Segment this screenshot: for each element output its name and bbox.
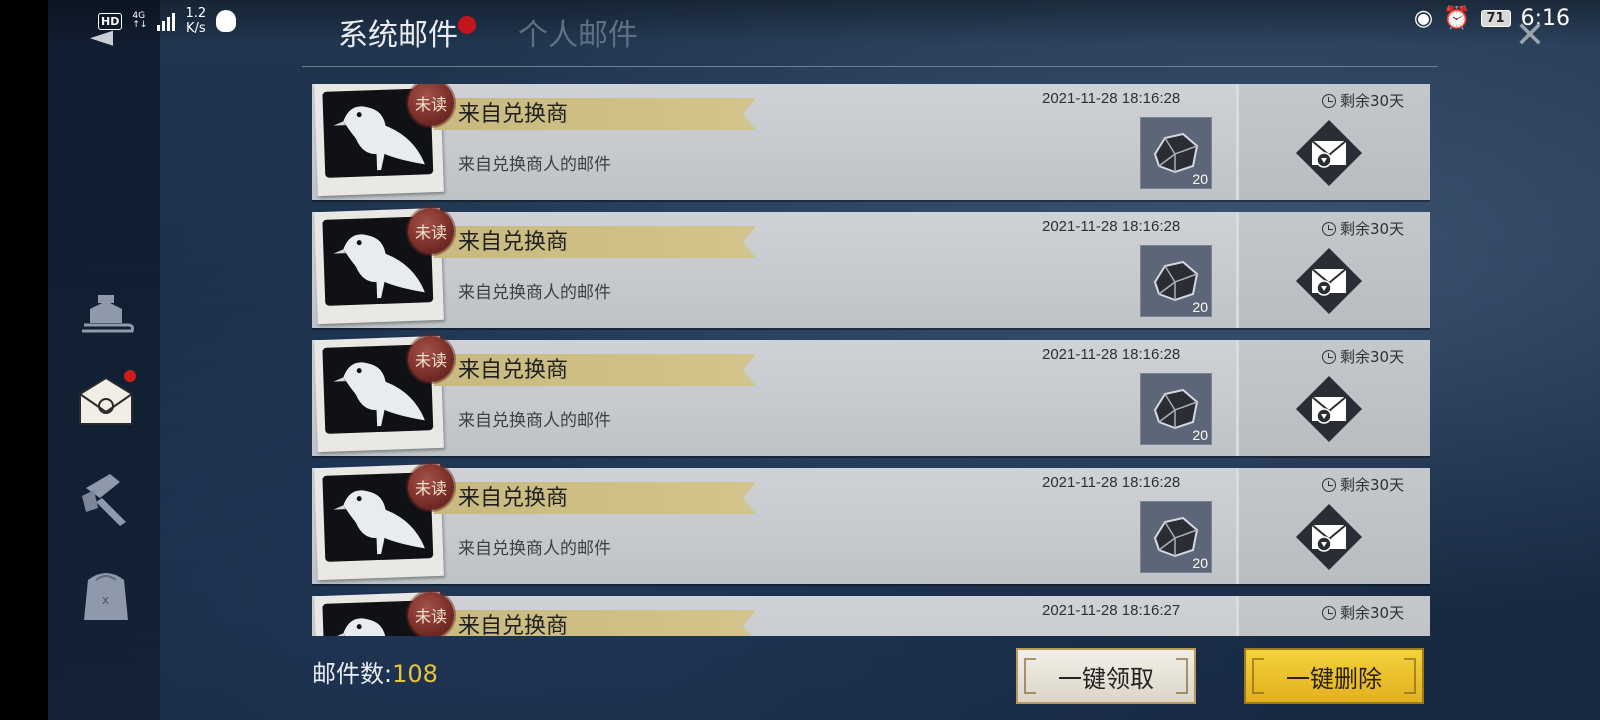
collect-mail-icon — [1296, 248, 1362, 314]
collect-button[interactable] — [1294, 502, 1364, 572]
mail-date: 2021-11-28 18:16:28 — [1042, 474, 1181, 491]
reward-count: 20 — [1192, 427, 1208, 443]
button-ornament — [1176, 658, 1188, 694]
clock-icon — [1322, 221, 1336, 236]
reward-count: 20 — [1192, 555, 1208, 571]
button-ornament — [1024, 658, 1036, 694]
tab-personal-mail-label: 个人邮件 — [518, 18, 638, 53]
mail-title: 来自兑换商 — [458, 230, 569, 255]
reward-item[interactable]: 20 — [1140, 117, 1212, 189]
remaining-time-label: 剩余30天 — [1340, 220, 1405, 238]
reward-count: 20 — [1192, 299, 1208, 315]
remaining-time-label: 剩余30天 — [1340, 348, 1405, 366]
alarm-icon: ⏰ — [1443, 6, 1471, 31]
mail-item[interactable]: 未读 来自兑换商 来自兑换商人的邮件 2021-11-28 18:16:28 2… — [312, 207, 1430, 328]
signal-icon — [157, 11, 176, 31]
mail-date: 2021-11-28 18:16:28 — [1042, 346, 1181, 363]
mail-item[interactable]: 未读 来自兑换商 来自兑换商人的邮件 2021-11-28 18:16:28 2… — [312, 84, 1430, 200]
collect-mail-icon — [1296, 120, 1362, 186]
mail-title: 来自兑换商 — [458, 358, 569, 383]
back-arrow-icon: ◄ — [90, 19, 114, 54]
tab-system-mail-label: 系统邮件 — [338, 18, 458, 53]
mail-count-label: 邮件数: — [312, 660, 393, 688]
network-activity-icon: ↑↓ — [132, 20, 148, 30]
sled-icon — [82, 295, 134, 333]
delete-all-label: 一键删除 — [1286, 664, 1382, 693]
mail-title: 来自兑换商 — [458, 102, 569, 127]
remaining-time-label: 剩余30天 — [1340, 476, 1405, 494]
reward-item[interactable]: 20 — [1140, 501, 1212, 573]
backpack-icon: x — [84, 573, 128, 620]
remaining-time: 剩余30天 — [1322, 90, 1404, 111]
mail-title: 来自兑换商 — [458, 614, 569, 636]
sidebar-item-sled[interactable] — [74, 280, 138, 344]
clock-icon — [1322, 605, 1336, 620]
remaining-time: 剩余30天 — [1322, 474, 1404, 495]
sidebar-item-mail[interactable] — [74, 368, 138, 432]
remaining-time-label: 剩余30天 — [1340, 604, 1405, 622]
collect-mail-icon — [1296, 504, 1362, 570]
mail-item[interactable]: 未读 来自兑换商 2021-11-28 18:16:27 剩余30天 — [312, 591, 1430, 636]
sidebar-item-backpack[interactable]: x — [74, 562, 138, 626]
tab-divider — [302, 66, 1438, 67]
remaining-time: 剩余30天 — [1322, 218, 1404, 239]
eye-icon: ◉ — [1413, 6, 1434, 31]
qq-icon — [216, 10, 237, 32]
mail-item[interactable]: 未读 来自兑换商 来自兑换商人的邮件 2021-11-28 18:16:28 2… — [312, 463, 1430, 584]
collect-mail-icon — [1296, 376, 1362, 442]
reward-item[interactable]: 20 — [1140, 373, 1212, 445]
notification-dot — [458, 16, 476, 34]
unread-badge: 未读 — [408, 208, 454, 254]
collect-all-button[interactable]: 一键领取 — [1016, 648, 1196, 704]
tab-personal-mail[interactable]: 个人邮件 — [518, 14, 638, 58]
mail-subtitle: 来自兑换商人的邮件 — [458, 411, 611, 431]
network-type: 4G ↑↓ — [132, 12, 147, 30]
tab-system-mail[interactable]: 系统邮件 — [338, 14, 476, 58]
unread-badge: 未读 — [408, 464, 454, 510]
unread-badge: 未读 — [408, 336, 454, 382]
button-ornament — [1252, 658, 1264, 694]
collect-all-label: 一键领取 — [1058, 664, 1154, 693]
reward-item[interactable]: 20 — [1140, 245, 1212, 317]
mail-date: 2021-11-28 18:16:28 — [1042, 218, 1181, 235]
mail-item[interactable]: 未读 来自兑换商 来自兑换商人的邮件 2021-11-28 18:16:28 2… — [312, 335, 1430, 456]
back-button[interactable]: ◄ — [90, 22, 126, 58]
mail-count-value: 108 — [392, 660, 438, 688]
status-bar: HD 4G ↑↓ 1.2 K/s ◉ ⏰ 71 6:16 — [48, 0, 1600, 44]
network-speed-value: 1.2 — [185, 6, 207, 21]
sidebar-item-hammer[interactable] — [74, 466, 138, 530]
clock-icon — [1322, 93, 1336, 108]
mail-count: 邮件数:108 — [312, 654, 438, 689]
button-ornament — [1404, 658, 1416, 694]
delete-all-button[interactable]: 一键删除 — [1244, 648, 1424, 704]
network-speed: 1.2 K/s — [185, 6, 206, 36]
network-speed-unit: K/s — [185, 21, 206, 36]
remaining-time: 剩余30天 — [1322, 602, 1404, 623]
remaining-time-label: 剩余30天 — [1340, 92, 1405, 110]
mail-date: 2021-11-28 18:16:28 — [1042, 90, 1181, 107]
remaining-time: 剩余30天 — [1322, 346, 1404, 367]
reward-count: 20 — [1192, 171, 1208, 187]
close-button[interactable]: ✕ — [1510, 18, 1550, 58]
clock-icon — [1322, 477, 1336, 492]
collect-button[interactable] — [1294, 246, 1364, 316]
collect-button[interactable] — [1294, 374, 1364, 444]
notification-dot — [124, 370, 136, 382]
mail-subtitle: 来自兑换商人的邮件 — [458, 539, 611, 559]
hammer-icon — [82, 474, 126, 526]
close-icon: ✕ — [1514, 15, 1546, 56]
mail-title: 来自兑换商 — [458, 486, 569, 511]
mail-list[interactable]: 未读 来自兑换商 来自兑换商人的邮件 2021-11-28 18:16:28 2… — [312, 84, 1430, 636]
mail-subtitle: 来自兑换商人的邮件 — [458, 283, 611, 303]
unread-badge: 未读 — [408, 592, 454, 636]
clock-icon — [1322, 349, 1336, 364]
mail-date: 2021-11-28 18:16:27 — [1042, 602, 1181, 619]
collect-button[interactable] — [1294, 118, 1364, 188]
mail-subtitle: 来自兑换商人的邮件 — [458, 155, 611, 175]
battery-icon: 71 — [1480, 10, 1511, 27]
svg-text:x: x — [102, 593, 109, 607]
screen-edge — [0, 0, 48, 720]
mail-tabs: 系统邮件 个人邮件 — [338, 14, 638, 58]
